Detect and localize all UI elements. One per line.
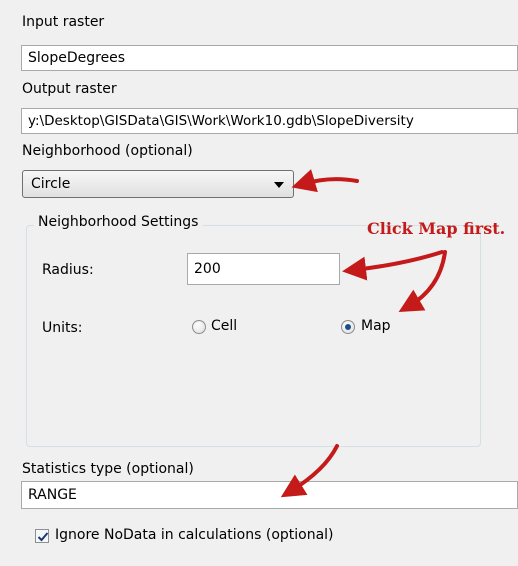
red-arrow-icon [342,250,444,281]
red-arrow-icon [291,169,359,193]
annotation-arrows [280,169,447,498]
red-arrow-icon [280,444,339,498]
